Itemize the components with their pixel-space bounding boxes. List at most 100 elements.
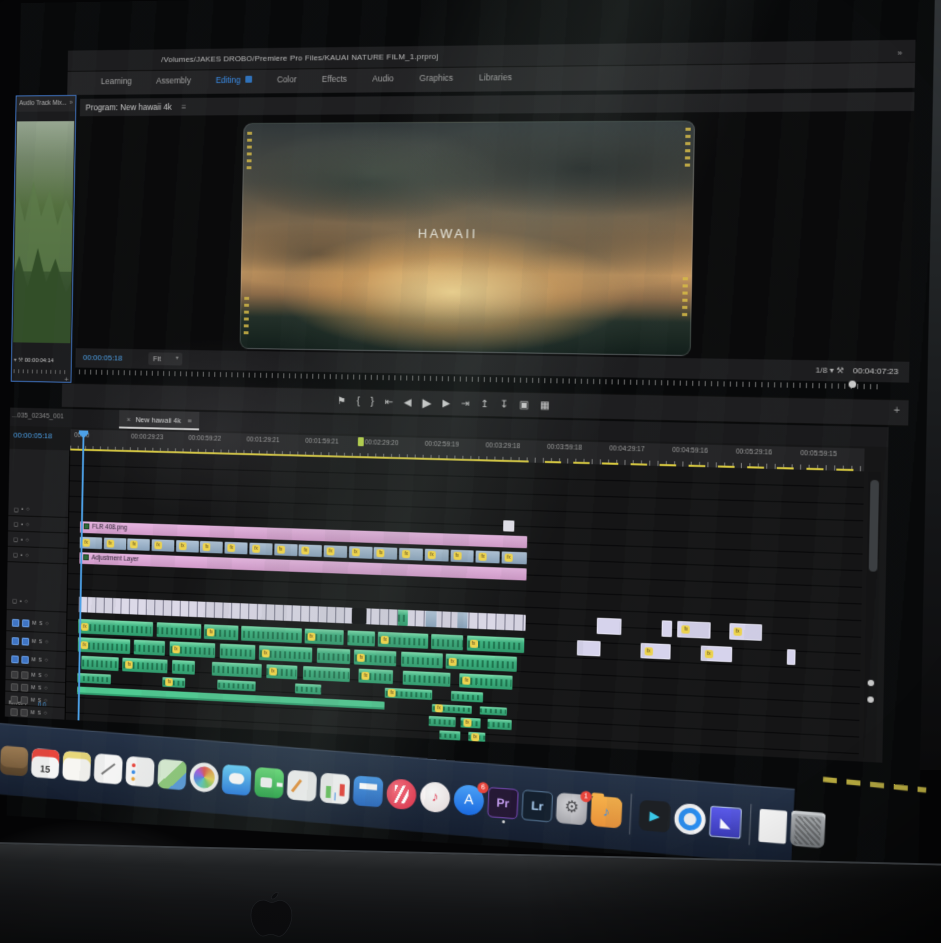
timeline-clip[interactable]	[503, 520, 514, 531]
dock-icon-keynote[interactable]	[353, 775, 384, 807]
dock-icon-trash[interactable]	[790, 810, 826, 848]
timeline-clip[interactable]	[81, 656, 118, 671]
timeline-clip[interactable]: fx	[432, 704, 472, 714]
timeline-clip[interactable]: fx	[425, 549, 449, 562]
dock-icon-quicktime[interactable]	[674, 802, 707, 835]
timeline-clip[interactable]	[303, 666, 350, 682]
track-header-a7[interactable]: MS○	[5, 707, 65, 720]
dock-icon-premiere-pro[interactable]: Pr	[487, 786, 519, 819]
timeline-clip[interactable]: fx	[169, 641, 215, 658]
solo-button[interactable]: S	[38, 657, 41, 663]
timeline-clip[interactable]	[295, 683, 321, 694]
timeline-clip[interactable]	[662, 620, 672, 637]
comparison-view-button[interactable]: ▦	[540, 397, 550, 414]
playback-resolution-select[interactable]: 1/8	[815, 365, 827, 375]
track-lock-icon[interactable]: ◻	[13, 552, 18, 559]
timeline-tab-source-clip[interactable]: ...035_02345_001	[12, 412, 64, 420]
timeline-clip[interactable]: fx	[152, 539, 175, 551]
timeline-clip[interactable]	[432, 634, 464, 650]
track-header-a4[interactable]: MS○	[5, 669, 65, 683]
dock-icon-facetime[interactable]	[254, 766, 284, 798]
chevron-down-icon[interactable]: ▾	[14, 358, 17, 364]
timeline-clip[interactable]	[317, 648, 350, 664]
mute-button[interactable]: M	[31, 697, 35, 703]
track-output-eye-icon[interactable]: ○	[26, 522, 29, 528]
dock-icon-pages[interactable]	[287, 769, 317, 801]
timeline-clip[interactable]: fx	[176, 540, 199, 553]
timeline-clip[interactable]	[77, 673, 110, 684]
sync-lock-icon[interactable]: ▪	[21, 507, 23, 513]
timeline-clip[interactable]: fx	[640, 643, 671, 660]
timeline-timecode[interactable]: 00:00:05:18	[13, 431, 67, 441]
scroll-dot[interactable]	[868, 680, 875, 687]
dock-icon-itunes[interactable]: ♪	[420, 780, 451, 812]
solo-button[interactable]: S	[38, 673, 41, 679]
timeline-clip[interactable]	[402, 671, 450, 687]
workspace-tab-color[interactable]: Color	[277, 74, 297, 84]
timeline-clip[interactable]	[787, 649, 796, 665]
timeline-tab-sequence[interactable]: ×New hawaii 4k≡	[119, 410, 200, 430]
track-header-v2[interactable]: ◻▪○	[8, 533, 68, 549]
timeline-clip[interactable]	[351, 608, 367, 625]
timeline-clip[interactable]: fx	[225, 542, 248, 555]
timeline-tracks-area[interactable]: FLR 408.pngfxfxfxfxfxfxfxfxfxfxfxfxfxfxf…	[66, 450, 865, 761]
timeline-clip[interactable]	[217, 680, 255, 692]
solo-button[interactable]: S	[39, 639, 42, 645]
dock-icon-calendar[interactable]: 15	[31, 748, 60, 779]
track-target-button[interactable]	[22, 619, 29, 627]
timeline-clip[interactable]	[429, 716, 456, 727]
timeline-clip[interactable]	[457, 612, 467, 628]
source-panel-header[interactable]: Audio Track Mix... »	[16, 96, 75, 112]
timeline-clip[interactable]	[156, 622, 201, 639]
timeline-clip[interactable]: fx	[476, 551, 500, 564]
timeline-clip[interactable]: fx	[266, 664, 297, 679]
timeline-clip[interactable]: fx	[259, 645, 313, 662]
dock-icon-reminders[interactable]	[125, 756, 154, 788]
track-header-v1[interactable]: ◻▪○	[7, 593, 67, 613]
track-lock-icon[interactable]: ◻	[13, 536, 18, 543]
extract-button[interactable]: ↧	[500, 396, 509, 413]
track-target-button[interactable]	[21, 655, 28, 663]
dock-icon-system-preferences[interactable]: ⚙1	[556, 792, 588, 825]
workspace-overflow-icon[interactable]: »	[897, 48, 902, 57]
dock-icon-media-player[interactable]: ▶	[639, 799, 671, 832]
track-target-button[interactable]	[21, 696, 28, 704]
track-header-v3[interactable]: ◻▪○	[8, 518, 68, 533]
source-assign-button[interactable]	[10, 708, 17, 716]
timeline-clip[interactable]: fx	[459, 673, 512, 690]
workspace-tab-libraries[interactable]: Libraries	[479, 72, 512, 82]
dock-icon-messages[interactable]	[222, 764, 252, 796]
solo-button[interactable]: S	[38, 711, 41, 717]
timeline-clip[interactable]: fx	[127, 538, 150, 550]
track-target-button[interactable]	[20, 709, 27, 717]
mute-button[interactable]: M	[31, 657, 35, 663]
go-to-in-button[interactable]: ⇤	[385, 394, 394, 411]
track-target-button[interactable]	[22, 638, 29, 646]
timeline-clip[interactable]: fx	[324, 545, 347, 558]
play-button[interactable]: ▶	[422, 395, 431, 412]
track-target-button[interactable]	[21, 671, 28, 679]
timeline-clip[interactable]	[398, 610, 408, 626]
timeline-clip[interactable]: fx	[445, 654, 517, 672]
solo-button[interactable]: S	[38, 698, 41, 704]
timeline-clip[interactable]	[597, 618, 622, 635]
timeline-clip[interactable]: fx	[729, 623, 762, 641]
timeline-clip[interactable]: fx	[450, 550, 474, 563]
solo-button[interactable]: S	[38, 685, 41, 691]
timeline-clip[interactable]	[401, 652, 442, 669]
track-header-a2[interactable]: MS○	[6, 633, 66, 652]
timeline-clip[interactable]: fx	[678, 621, 711, 639]
track-header-a3[interactable]: MS○	[6, 651, 66, 669]
timeline-clip[interactable]: fx	[700, 645, 732, 662]
dock-icon-textedit[interactable]	[94, 753, 123, 784]
mute-button[interactable]: M	[32, 621, 36, 627]
program-timecode[interactable]: 00:00:05:18	[83, 353, 123, 362]
track-header-a5[interactable]: MS○	[5, 682, 65, 695]
mute-button[interactable]: M	[31, 710, 35, 716]
timeline-clip[interactable]	[241, 626, 301, 643]
timeline-clip[interactable]	[212, 662, 262, 678]
source-assign-button[interactable]	[11, 683, 18, 691]
timeline-clip[interactable]: fx	[502, 551, 527, 564]
timeline-clip[interactable]	[347, 630, 375, 646]
track-output-eye-icon[interactable]: ○	[24, 599, 27, 605]
